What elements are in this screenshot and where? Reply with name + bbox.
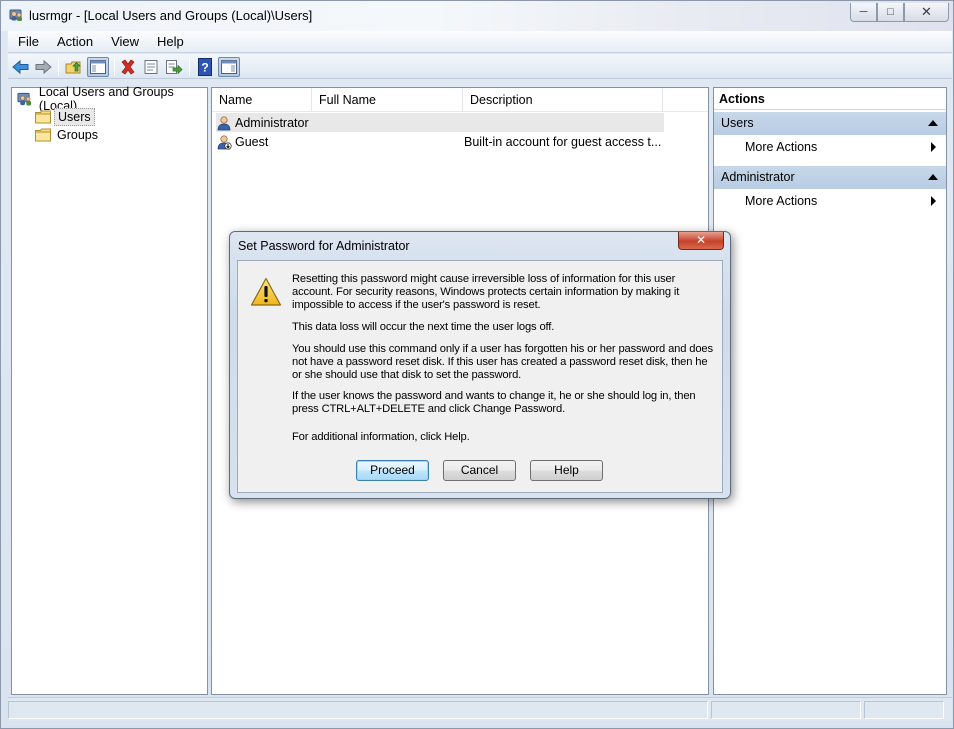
menu-help[interactable]: Help [148, 32, 193, 52]
dialog-help-button[interactable]: Help [530, 460, 603, 481]
collapse-arrow-icon[interactable] [928, 174, 938, 180]
properties-icon [144, 60, 158, 74]
help-icon: ? [198, 58, 212, 76]
back-arrow-icon [12, 59, 29, 75]
disabled-user-icon [217, 134, 232, 150]
user-name: Administrator [235, 115, 309, 130]
folder-icon [35, 110, 51, 124]
up-folder-icon [65, 61, 81, 74]
local-users-groups-icon [17, 92, 32, 106]
status-segment [8, 701, 708, 719]
table-row[interactable]: Guest Built-in account for guest access … [216, 132, 664, 151]
action-more-actions[interactable]: More Actions [745, 191, 940, 211]
title-bar[interactable]: lusrmgr - [Local Users and Groups (Local… [1, 1, 953, 31]
menu-bar: File Action View Help [8, 31, 952, 53]
back-button[interactable] [11, 57, 31, 77]
dialog-paragraph: Resetting this password might cause irre… [292, 273, 680, 311]
cell-name: Guest [216, 134, 312, 150]
show-hide-action-pane-button[interactable] [218, 57, 240, 77]
set-password-dialog: Set Password for Administrator ✕ Resetti… [229, 231, 731, 499]
maximize-button[interactable]: □ [877, 3, 904, 22]
export-list-button[interactable] [164, 57, 184, 77]
toolbar: ? [8, 54, 952, 79]
tree-item-groups-label: Groups [57, 128, 98, 142]
dialog-content: Resetting this password might cause irre… [237, 260, 723, 493]
show-hide-console-tree-icon [90, 60, 106, 74]
warning-icon [250, 277, 282, 306]
dialog-paragraph: If the user knows the password and wants… [292, 390, 696, 415]
tree-item-users-label: Users [54, 108, 95, 126]
status-bar [8, 697, 952, 721]
forward-button[interactable] [33, 57, 53, 77]
help-button[interactable]: ? [195, 57, 215, 77]
cancel-button[interactable]: Cancel [443, 460, 516, 481]
close-window-button[interactable]: ✕ [904, 3, 949, 22]
status-segment [711, 701, 861, 719]
cell-description: Built-in account for guest access t... [464, 134, 662, 149]
toolbar-separator [114, 58, 115, 76]
minimize-button[interactable]: ─ [850, 3, 877, 22]
actions-group-label: Administrator [721, 170, 795, 184]
action-more-actions[interactable]: More Actions [745, 137, 940, 157]
window-title: lusrmgr - [Local Users and Groups (Local… [29, 8, 313, 23]
user-icon [217, 115, 231, 130]
dialog-paragraph: For additional information, click Help. [292, 431, 470, 443]
submenu-arrow-icon [931, 142, 936, 152]
show-hide-console-tree-button[interactable] [87, 57, 109, 77]
column-header-name[interactable]: Name [212, 88, 312, 112]
action-label: More Actions [745, 194, 818, 208]
tree-item-groups[interactable]: Groups [35, 126, 101, 144]
export-list-icon [166, 60, 183, 75]
action-label: More Actions [745, 140, 818, 154]
menu-view[interactable]: View [102, 32, 148, 52]
delete-button[interactable] [118, 57, 138, 77]
column-header-full-name[interactable]: Full Name [312, 88, 463, 112]
folder-icon [35, 128, 51, 142]
submenu-arrow-icon [931, 196, 936, 206]
actions-group-administrator[interactable]: Administrator [714, 166, 946, 189]
collapse-arrow-icon[interactable] [928, 120, 938, 126]
menu-action[interactable]: Action [48, 32, 102, 52]
menu-file[interactable]: File [8, 32, 48, 52]
dialog-close-button[interactable]: ✕ [678, 232, 724, 250]
actions-pane: Actions Users More Actions Administrator… [713, 87, 947, 695]
column-header-filler [663, 88, 708, 112]
tree-item-users[interactable]: Users [35, 108, 95, 126]
svg-text:?: ? [201, 61, 208, 75]
status-segment [864, 701, 944, 719]
list-header: Name Full Name Description [212, 88, 708, 112]
toolbar-separator [189, 58, 190, 76]
console-tree-pane: Local Users and Groups (Local) Users Gro… [11, 85, 208, 695]
delete-icon [121, 59, 135, 75]
user-name: Guest [235, 134, 269, 149]
tree-item-root[interactable]: Local Users and Groups (Local) [17, 85, 207, 113]
actions-title: Actions [714, 88, 946, 110]
proceed-button[interactable]: Proceed [356, 460, 429, 481]
forward-arrow-icon [35, 59, 52, 75]
toolbar-separator [58, 58, 59, 76]
dialog-title: Set Password for Administrator [238, 239, 410, 253]
properties-button[interactable] [141, 57, 161, 77]
cell-name: Administrator [216, 115, 312, 131]
mmc-window: lusrmgr - [Local Users and Groups (Local… [0, 0, 954, 729]
up-one-level-button[interactable] [64, 57, 84, 77]
dialog-paragraph: This data loss will occur the next time … [292, 321, 555, 333]
column-header-description[interactable]: Description [463, 88, 663, 112]
users-app-icon [9, 9, 22, 21]
actions-group-users[interactable]: Users [714, 112, 946, 135]
table-row[interactable]: Administrator [216, 113, 664, 132]
dialog-paragraph: You should use this command only if a us… [292, 343, 713, 381]
show-hide-action-pane-icon [221, 60, 237, 74]
actions-group-label: Users [721, 116, 754, 130]
